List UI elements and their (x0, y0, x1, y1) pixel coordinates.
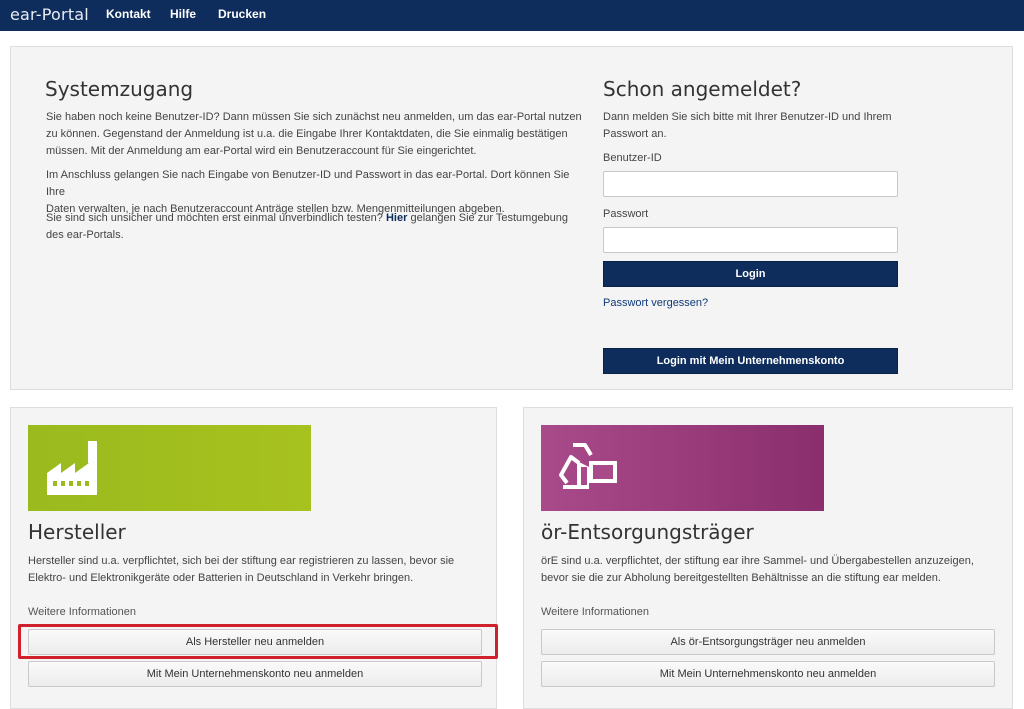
factory-icon (47, 441, 97, 495)
system-access-panel: Systemzugang Sie haben noch keine Benutz… (10, 46, 1013, 390)
brand-logo[interactable]: ear-Portal (10, 5, 89, 24)
login-title: Schon angemeldet? (603, 77, 802, 101)
password-input[interactable] (603, 227, 898, 253)
disposal-desc-line: bevor sie die zur Abholung bereitgestell… (541, 572, 941, 584)
test-text-line2: des ear-Portals. (46, 229, 124, 241)
manufacturer-tile[interactable] (28, 425, 311, 511)
intro-line: müssen. Mit der Anmeldung am ear-Portal … (46, 145, 477, 157)
user-id-label: Benutzer-ID (603, 152, 662, 164)
system-access-intro: Sie haben noch keine Benutzer-ID? Dann m… (46, 109, 586, 160)
container-recycle-icon (559, 443, 617, 489)
disposal-more-info-link[interactable]: Weitere Informationen (541, 606, 649, 618)
login-intro: Dann melden Sie sich bitte mit Ihrer Ben… (603, 109, 923, 143)
test-environment-link[interactable]: Hier (386, 212, 407, 224)
top-navigation-bar: ear-Portal Kontakt Hilfe Drucken (0, 0, 1024, 31)
nav-link-drucken[interactable]: Drucken (218, 7, 266, 21)
test-text-pre: Sie sind sich unsicher und möchten erst … (46, 212, 383, 224)
test-environment-text: Sie sind sich unsicher und möchten erst … (46, 210, 586, 244)
manufacturer-title: Hersteller (28, 520, 126, 544)
company-account-login-button[interactable]: Login mit Mein Unternehmenskonto (603, 348, 898, 374)
disposal-company-account-register-button[interactable]: Mit Mein Unternehmenskonto neu anmelden (541, 661, 995, 687)
login-button[interactable]: Login (603, 261, 898, 287)
register-disposal-authority-button[interactable]: Als ör-Entsorgungsträger neu anmelden (541, 629, 995, 655)
password-label: Passwort (603, 208, 649, 220)
manufacturer-desc-line: Hersteller sind u.a. verpflichtet, sich … (28, 555, 455, 567)
disposal-authority-tile[interactable] (541, 425, 824, 511)
intro-line: zu können. Gegenstand der Anmeldung ist … (46, 128, 568, 140)
disposal-authority-title: ör-Entsorgungsträger (541, 520, 754, 544)
disposal-authority-description: örE sind u.a. verpflichtet, der stiftung… (541, 553, 1001, 587)
test-text-post: gelangen Sie zur Testumgebung (410, 212, 569, 224)
register-manufacturer-button[interactable]: Als Hersteller neu anmelden (28, 629, 482, 655)
forgot-password-link[interactable]: Passwort vergessen? (603, 297, 708, 309)
details-line: Im Anschluss gelangen Sie nach Eingabe v… (46, 169, 570, 198)
manufacturer-company-account-register-button[interactable]: Mit Mein Unternehmenskonto neu anmelden (28, 661, 482, 687)
manufacturer-desc-line: Elektro- und Elektronikgeräte oder Batte… (28, 572, 414, 584)
user-id-input[interactable] (603, 171, 898, 197)
nav-link-kontakt[interactable]: Kontakt (106, 7, 151, 21)
manufacturer-more-info-link[interactable]: Weitere Informationen (28, 606, 136, 618)
manufacturer-description: Hersteller sind u.a. verpflichtet, sich … (28, 553, 488, 587)
manufacturer-panel: Hersteller Hersteller sind u.a. verpflic… (10, 407, 498, 709)
nav-link-hilfe[interactable]: Hilfe (170, 7, 196, 21)
login-intro-line: Dann melden Sie sich bitte mit Ihrer Ben… (603, 111, 892, 123)
login-intro-line: Passwort an. (603, 128, 667, 140)
disposal-authority-panel: ör-Entsorgungsträger örE sind u.a. verpf… (523, 407, 1013, 709)
system-access-title: Systemzugang (45, 77, 194, 101)
intro-line: Sie haben noch keine Benutzer-ID? Dann m… (46, 111, 582, 123)
disposal-desc-line: örE sind u.a. verpflichtet, der stiftung… (541, 555, 974, 567)
